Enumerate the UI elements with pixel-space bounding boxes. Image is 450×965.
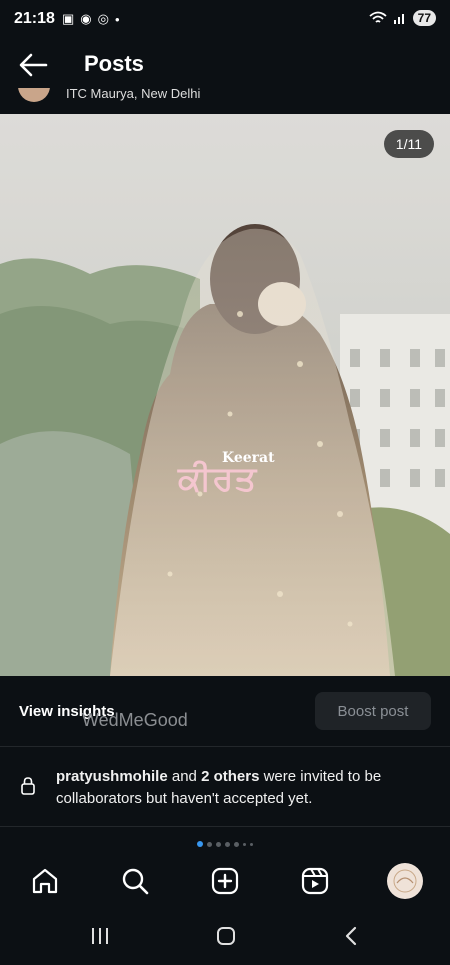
header: Posts [0,40,450,90]
home-icon[interactable] [30,866,60,896]
watermark-logo: WedMeGood [82,710,188,730]
carousel-dot [234,841,239,847]
carousel-dots [0,839,450,849]
boost-post-button[interactable]: Boost post [315,692,431,730]
search-icon[interactable] [120,866,150,896]
carousel-dot [250,842,253,846]
carousel-dot [225,841,230,847]
carousel-counter: 1/11 [383,130,434,158]
post-header: ITC Maurya, New Delhi [0,88,450,114]
carousel-dot [243,842,246,846]
recent-apps-icon[interactable] [88,924,112,948]
collaborator-message: pratyushmohile and 2 others were invited… [56,766,426,810]
system-back-icon[interactable] [340,924,364,948]
create-post-icon[interactable] [210,866,240,896]
back-arrow-icon[interactable] [18,52,48,78]
gallery-icon: ▣ [62,11,75,26]
collaborator-connector: and [167,768,202,785]
post-photo [0,114,450,676]
signal-icon [393,14,404,24]
profile-logo-icon [388,864,422,898]
collaborator-username[interactable]: pratyushmohile [56,768,168,785]
collaborator-others[interactable]: 2 others [201,768,259,785]
more-dot-icon: • [114,11,120,27]
page-title: Posts [84,51,144,76]
lock-icon [21,777,35,795]
insights-bar: View insights WedMeGood Boost post [0,676,450,746]
status-bar: 21:18 ▣ ◉ ◎ • 77 [0,0,450,40]
battery-indicator: 77 [412,10,436,26]
avatar[interactable] [18,88,50,102]
post-location[interactable]: ITC Maurya, New Delhi [66,88,200,101]
carousel-dot [207,841,212,847]
carousel-dot [216,841,221,847]
status-time: 21:18 [14,10,55,27]
collaborator-notice: pratyushmohile and 2 others were invited… [0,746,450,826]
whatsapp-icon: ◉ [80,11,92,26]
divider [0,826,450,827]
profile-avatar[interactable] [387,863,423,899]
post-image[interactable]: 1/11 Keerat ਕੀਰਤ [0,114,450,676]
home-button-icon[interactable] [214,924,238,948]
reels-icon[interactable] [300,866,330,896]
system-nav-bar [0,908,450,965]
messenger-icon: ◎ [97,11,109,26]
bottom-nav [0,856,450,908]
notification-icons: ▣ ◉ ◎ • [62,11,120,27]
overlay-name-punjabi: ਕੀਰਤ [178,460,258,498]
carousel-dot-active [197,841,203,847]
status-right: 77 [369,10,436,26]
wifi-icon [369,11,387,23]
